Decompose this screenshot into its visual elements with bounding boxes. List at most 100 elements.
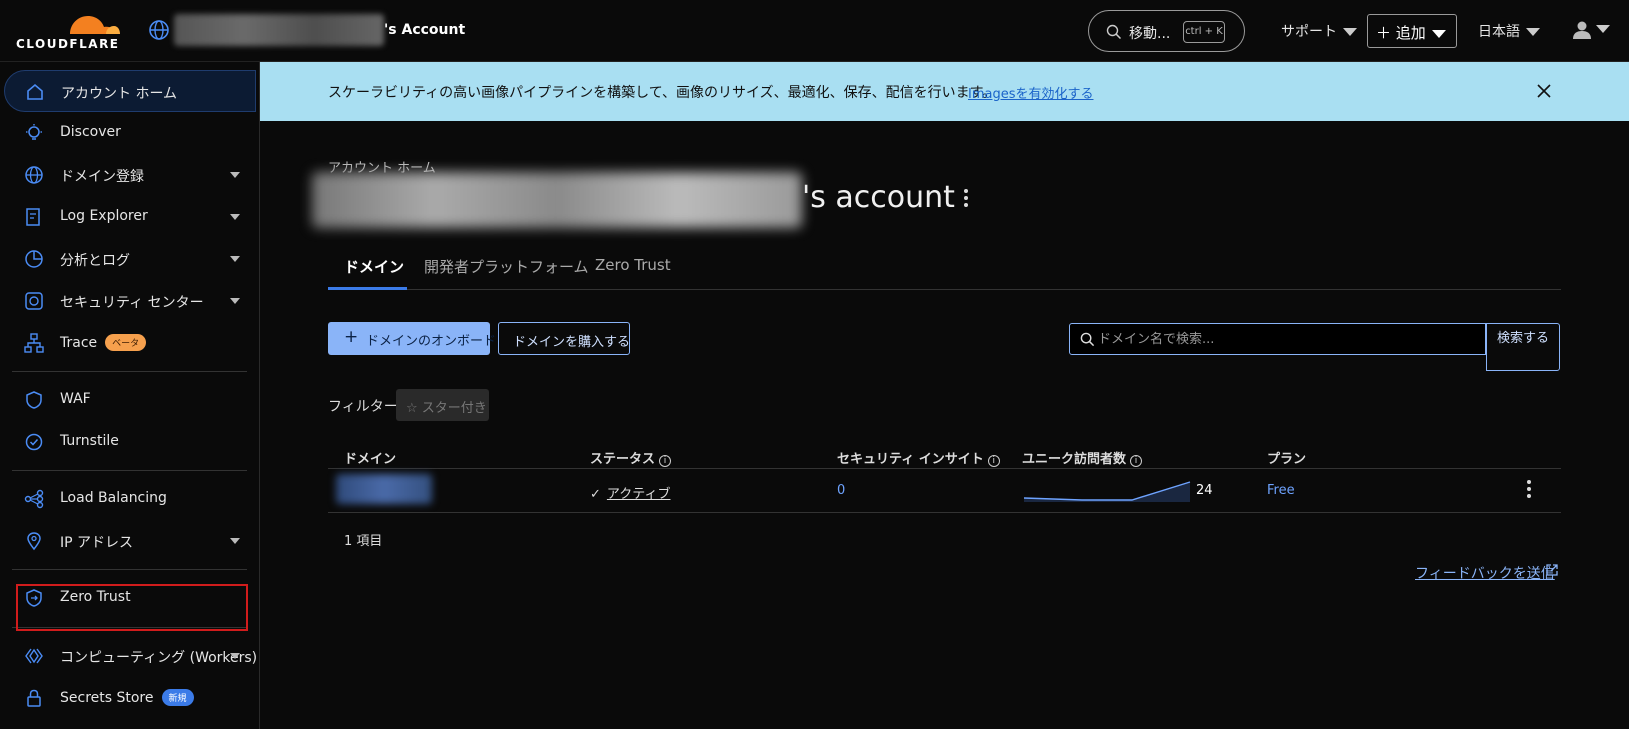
buy-domain-label: ドメインを購入する	[513, 335, 631, 350]
location-pin-icon	[27, 532, 41, 551]
top-bar: CLOUDFLARE 's Account 移動... ctrl + K サポー…	[0, 0, 1629, 62]
banner-text: スケーラビリティの高い画像パイプラインを構築して、画像のリサイズ、最適化、保存、…	[328, 85, 997, 101]
page-title: 's account	[802, 180, 955, 215]
sidebar-item-domain-registration[interactable]: ドメイン登録	[4, 154, 256, 196]
column-header-label: セキュリティ インサイト	[837, 452, 984, 467]
home-icon	[27, 83, 43, 100]
enable-images-link[interactable]: Imagesを有効化する	[968, 83, 1094, 102]
sidebar-item-workers[interactable]: コンピューティング (Workers)	[4, 635, 258, 677]
sidebar-item-account-home[interactable]: アカウント ホーム	[4, 70, 256, 112]
promo-banner: スケーラビリティの高い画像パイプラインを構築して、画像のリサイズ、最適化、保存、…	[260, 62, 1629, 121]
filter-label: フィルター:	[328, 399, 403, 415]
lock-icon	[27, 689, 41, 707]
account-kebab-menu[interactable]	[964, 189, 968, 210]
language-label: 日本語	[1478, 24, 1520, 40]
sidebar-item-label: Discover	[60, 124, 121, 140]
document-search-icon	[26, 208, 40, 226]
globe-icon	[149, 20, 169, 40]
plan-value[interactable]: Free	[1267, 483, 1295, 498]
support-menu[interactable]: サポート	[1281, 21, 1357, 41]
sidebar-item-turnstile[interactable]: Turnstile	[4, 421, 256, 463]
chevron-down-icon	[230, 172, 240, 178]
annotation-highlight-box	[16, 584, 248, 631]
sidebar-item-label: アカウント ホーム	[61, 86, 178, 102]
tab-domains[interactable]: ドメイン	[344, 256, 404, 277]
row-kebab-menu[interactable]	[1527, 480, 1531, 501]
sidebar-item-analytics-logs[interactable]: 分析とログ	[4, 238, 256, 280]
sidebar-item-load-balancing[interactable]: Load Balancing	[4, 478, 256, 520]
onboard-domain-button[interactable]: + ドメインのオンボード	[328, 322, 496, 355]
column-header-plan: プラン	[1267, 452, 1307, 467]
tab-zero-trust[interactable]: Zero Trust	[595, 256, 671, 274]
cloudflare-logo[interactable]: CLOUDFLARE	[16, 10, 126, 51]
sidebar-item-label: IP アドレス	[60, 535, 134, 551]
sidebar-item-discover[interactable]: Discover	[4, 112, 256, 154]
info-icon[interactable]: i	[987, 455, 1000, 467]
dot	[1527, 487, 1531, 491]
dot	[1527, 494, 1531, 498]
buy-domain-button[interactable]: ドメインを購入する	[498, 322, 630, 355]
sidebar-item-log-explorer[interactable]: Log Explorer	[4, 196, 256, 238]
sidebar-divider	[12, 371, 247, 372]
sidebar-item-ip-addresses[interactable]: IP アドレス	[4, 520, 256, 562]
pie-chart-icon	[25, 250, 43, 268]
external-link-icon[interactable]	[1545, 563, 1559, 577]
support-label: サポート	[1281, 24, 1337, 40]
quick-search-button[interactable]: 移動... ctrl + K	[1088, 10, 1245, 52]
account-name[interactable]: 's Account	[384, 22, 465, 38]
info-icon[interactable]: i	[1130, 455, 1143, 467]
domain-search-field[interactable]	[1069, 323, 1486, 355]
sidebar-divider	[12, 569, 247, 570]
quick-search-label: 移動...	[1129, 26, 1171, 42]
workers-icon	[25, 648, 43, 664]
send-feedback-link[interactable]: フィードバックを送信	[1415, 563, 1555, 583]
security-center-icon	[25, 292, 43, 310]
sidebar-item-label: Log Explorer	[60, 208, 148, 224]
sidebar-item-secrets-store[interactable]: Secrets Store 新規	[4, 677, 256, 719]
logo-text: CLOUDFLARE	[16, 37, 120, 51]
sidebar-item-label: セキュリティ センター	[60, 295, 204, 311]
add-button[interactable]: ＋ 追加	[1367, 14, 1457, 48]
plus-icon: ＋	[1376, 24, 1392, 42]
lightbulb-icon	[26, 124, 42, 140]
tab-bar: ドメイン 開発者プラットフォーム Zero Trust	[328, 244, 1561, 290]
sidebar-item-label: Secrets Store	[60, 690, 154, 706]
search-button[interactable]: 検索する	[1486, 323, 1560, 371]
chevron-down-icon	[1596, 25, 1610, 33]
sidebar-divider	[12, 470, 247, 471]
column-header-security-insights: セキュリティ インサイト i	[837, 448, 1000, 467]
sidebar-item-security-center[interactable]: セキュリティ センター	[4, 280, 256, 322]
sidebar-item-trace[interactable]: Trace ベータ	[4, 322, 256, 364]
search-icon	[1080, 332, 1095, 347]
item-count: 1 項目	[344, 534, 383, 549]
sidebar-item-label: コンピューティング (Workers)	[60, 650, 258, 666]
sidebar-item-waf[interactable]: WAF	[4, 379, 256, 421]
domain-name-redacted[interactable]	[336, 474, 432, 504]
column-header-status: ステータス i	[590, 448, 672, 467]
visitors-sparkline	[1023, 481, 1191, 502]
tab-developer-platform[interactable]: 開発者プラットフォーム	[424, 256, 589, 277]
unique-visitors-value: 24	[1196, 483, 1213, 498]
add-label: 追加	[1395, 24, 1426, 42]
security-insights-value[interactable]: 0	[837, 483, 845, 498]
close-icon[interactable]	[1534, 81, 1554, 101]
dot	[964, 196, 968, 200]
info-icon[interactable]: i	[659, 455, 672, 467]
user-menu[interactable]	[1572, 20, 1616, 40]
sidebar-item-label: Load Balancing	[60, 490, 167, 506]
active-tab-indicator	[328, 287, 407, 290]
chevron-down-icon	[230, 214, 240, 220]
shield-icon	[26, 391, 42, 409]
onboard-domain-label: ドメインのオンボード	[366, 334, 497, 349]
cloud-icon	[70, 16, 120, 34]
turnstile-icon	[25, 433, 43, 451]
domain-search-input[interactable]	[1098, 329, 1468, 349]
starred-filter-chip[interactable]: ☆ スター付き	[396, 389, 489, 421]
language-menu[interactable]: 日本語	[1478, 21, 1540, 41]
account-name-redacted	[174, 14, 384, 46]
sidebar-item-label: 分析とログ	[60, 253, 130, 269]
sidebar-item-label: Trace	[60, 335, 98, 351]
chevron-down-icon	[1526, 28, 1540, 36]
status-value[interactable]: アクティブ	[607, 487, 671, 502]
status-cell: ✓ アクティブ	[590, 483, 670, 502]
